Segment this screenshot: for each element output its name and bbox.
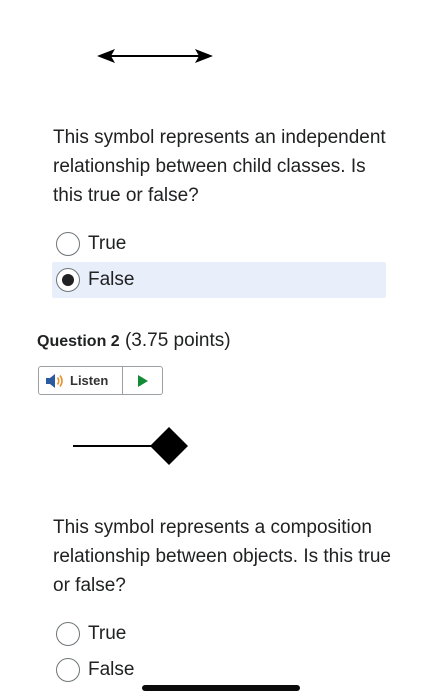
option-label: True [88, 233, 127, 254]
radio-button[interactable] [56, 232, 80, 256]
option-label: False [88, 269, 135, 290]
option-label: False [88, 659, 135, 680]
listen-button[interactable]: Listen [39, 367, 123, 394]
q1-option-false[interactable]: False [52, 262, 386, 298]
play-button[interactable] [123, 367, 162, 394]
question-2-header: Question 2 (3.75 points) [37, 330, 231, 352]
q1-option-true[interactable]: True [52, 226, 386, 262]
radio-button[interactable] [56, 622, 80, 646]
speaker-icon [46, 373, 63, 388]
play-icon [137, 374, 148, 387]
q2-option-true[interactable]: True [52, 616, 386, 652]
listen-label: Listen [70, 373, 109, 388]
radio-button-selected[interactable] [56, 268, 80, 292]
question-1-text: This symbol represents an independent re… [53, 127, 386, 206]
double-arrow-icon [97, 49, 213, 63]
composition-diamond-icon [73, 427, 188, 465]
question-points: (3.75 points) [124, 330, 231, 351]
home-indicator [142, 685, 300, 691]
q2-option-false[interactable]: False [52, 652, 386, 688]
question-2-text: This symbol represents a composition rel… [53, 517, 391, 596]
radio-button[interactable] [56, 658, 80, 682]
option-label: True [88, 623, 127, 644]
question-title: Question 2 [37, 333, 120, 350]
listen-widget: Listen [38, 366, 163, 395]
